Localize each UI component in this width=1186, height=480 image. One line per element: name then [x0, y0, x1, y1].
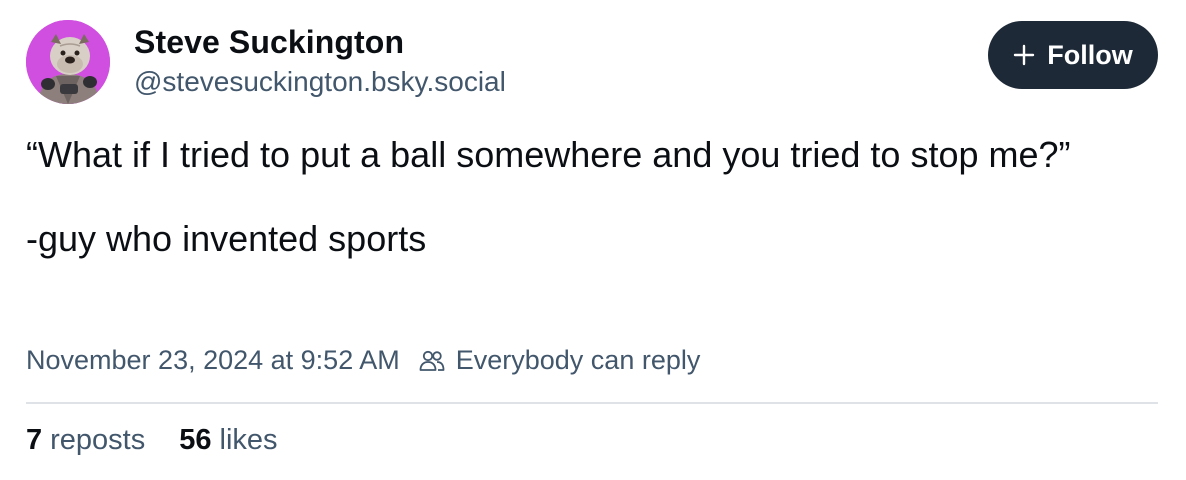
likes-stat[interactable]: 56 likes [179, 424, 277, 457]
avatar[interactable] [26, 20, 110, 104]
reposts-count: 7 [26, 424, 43, 456]
divider [26, 402, 1158, 404]
post-stats: 7 reposts 56 likes [26, 424, 312, 457]
likes-label: likes [219, 424, 278, 456]
plus-icon [1014, 44, 1035, 66]
author-handle[interactable]: @stevesuckington.bsky.social [134, 66, 506, 98]
bulldog-avatar-icon [26, 20, 110, 104]
post-card: Steve Suckington @stevesuckington.bsky.s… [0, 0, 1186, 480]
post-meta: November 23, 2024 at 9:52 AM Everybody c… [26, 345, 700, 376]
author-display-name[interactable]: Steve Suckington [134, 24, 404, 61]
people-icon [419, 350, 445, 371]
reply-setting: Everybody can reply [455, 345, 701, 375]
follow-button[interactable]: Follow [988, 21, 1158, 89]
follow-button-label: Follow [1047, 39, 1133, 70]
reposts-label: reposts [50, 424, 146, 456]
post-text: “What if I tried to put a ball somewhere… [26, 134, 1106, 260]
post-text-line: “What if I tried to put a ball somewhere… [26, 134, 1071, 175]
reposts-stat[interactable]: 7 reposts [26, 424, 145, 457]
post-text-line: -guy who invented sports [26, 218, 427, 259]
likes-count: 56 [179, 424, 212, 456]
post-timestamp[interactable]: November 23, 2024 at 9:52 AM [26, 345, 400, 376]
